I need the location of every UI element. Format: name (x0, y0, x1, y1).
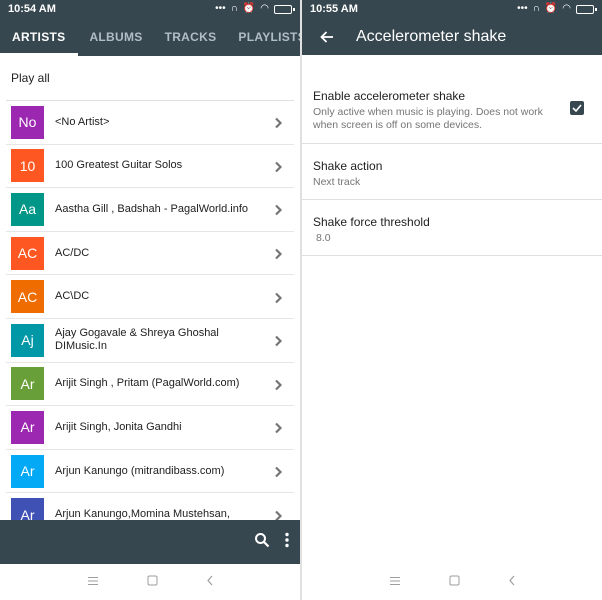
back-arrow-icon[interactable] (302, 30, 352, 43)
wifi-icon: ◠ (260, 3, 269, 14)
artist-name: Ajay Gogavale & Shreya Ghoshal DIMusic.I… (55, 327, 219, 353)
pref-title: Shake force threshold (313, 215, 430, 229)
artist-name: Arijit Singh, Jonita Gandhi (55, 420, 182, 433)
artist-avatar: 10 (11, 149, 44, 183)
pref-shake-threshold[interactable]: Shake force threshold 8.0 (302, 200, 602, 256)
status-bar: 10:55 AM ••• ∩ ⏰ ◠ (302, 0, 602, 18)
pref-summary: Only active when music is playing. Does … (313, 106, 543, 131)
app-bar: Accelerometer shake (302, 18, 602, 55)
headphones-icon: ∩ (230, 3, 238, 14)
artist-name: AC/DC (55, 246, 90, 259)
artists-screen: 10:54 AM ••• ∩ ⏰ ◠ ARTISTS ALBUMS TRACKS PL… (0, 0, 300, 600)
artist-name: Aastha Gill , Badshah - PagalWorld.info (55, 202, 249, 215)
more-vert-icon[interactable] (284, 532, 290, 553)
pref-shake-action[interactable]: Shake action Next track (302, 144, 602, 200)
artist-name: <No Artist> (55, 115, 110, 128)
chevron-right-icon[interactable] (272, 465, 284, 478)
status-icons: ••• ∩ ⏰ ◠ (215, 3, 295, 14)
artist-row[interactable]: AC AC\DC (6, 275, 294, 319)
enable-shake-checkbox[interactable] (570, 101, 584, 115)
status-icons: ••• ∩ ⏰ ◠ (517, 3, 597, 14)
system-nav-bar (302, 564, 602, 600)
wifi-icon: ◠ (562, 3, 571, 14)
chevron-right-icon[interactable] (272, 116, 284, 129)
artist-row[interactable]: Ar Arjun Kanungo (mitrandibass.com) (6, 450, 294, 494)
chevron-right-icon[interactable] (272, 247, 284, 260)
chevron-right-icon[interactable] (272, 203, 284, 216)
artist-avatar: Ar (11, 410, 44, 444)
system-nav-bar (0, 564, 300, 600)
artist-name: Arjun Kanungo (mitrandibass.com) (55, 464, 225, 477)
artist-row[interactable]: 10 100 Greatest Guitar Solos (6, 145, 294, 189)
more-notifications-icon: ••• (517, 3, 528, 14)
play-all-button[interactable]: Play all (0, 56, 300, 100)
artist-avatar: Aj (11, 323, 44, 357)
artist-avatar: Ar (11, 367, 44, 401)
tab-bar: ARTISTSALBUMSTRACKSPLAYLISTSGE (0, 18, 300, 56)
battery-icon (274, 4, 295, 14)
artist-row[interactable]: Ar Arijit Singh , Pritam (PagalWorld.com) (6, 363, 294, 407)
chevron-right-icon[interactable] (272, 378, 284, 391)
status-time: 10:55 AM (310, 3, 358, 15)
headphones-icon: ∩ (532, 3, 540, 14)
chevron-right-icon[interactable] (272, 334, 284, 347)
artist-row[interactable]: Aa Aastha Gill , Badshah - PagalWorld.inf… (6, 188, 294, 232)
pref-enable-shake[interactable]: Enable accelerometer shake Only active w… (302, 55, 602, 144)
artist-name: 100 Greatest Guitar Solos (55, 159, 183, 172)
chevron-right-icon[interactable] (272, 421, 284, 434)
chevron-right-icon[interactable] (272, 291, 284, 303)
bottom-toolbar (0, 520, 300, 564)
status-time: 10:54 AM (8, 3, 56, 15)
home-nav-icon[interactable] (449, 573, 460, 591)
page-title: Accelerometer shake (356, 27, 507, 45)
tab-albums[interactable]: ALBUMS (78, 18, 153, 56)
pref-summary: Next track (313, 176, 361, 188)
alarm-icon: ⏰ (544, 3, 558, 14)
chevron-right-icon[interactable] (272, 509, 284, 521)
artist-avatar: AC (11, 280, 44, 314)
artist-row[interactable]: Ar Arijit Singh, Jonita Gandhi (6, 406, 294, 450)
pref-title: Shake action (313, 159, 383, 173)
back-nav-icon[interactable] (206, 573, 214, 591)
tab-artists[interactable]: ARTISTS (0, 18, 79, 56)
settings-screen: 10:55 AM ••• ∩ ⏰ ◠ Accelerometer shake E… (302, 0, 602, 600)
battery-icon (576, 4, 597, 14)
artist-avatar: AC (11, 236, 44, 270)
artist-avatar: No (11, 105, 44, 139)
alarm-icon: ⏰ (242, 3, 256, 14)
artist-row[interactable]: No <No Artist> (6, 101, 294, 145)
more-notifications-icon: ••• (215, 3, 226, 14)
chevron-right-icon[interactable] (272, 160, 284, 173)
back-nav-icon[interactable] (508, 573, 516, 591)
artist-row[interactable]: AC AC/DC (6, 232, 294, 276)
artist-name: AC\DC (55, 290, 90, 303)
pref-title: Enable accelerometer shake (313, 89, 466, 103)
artist-row[interactable]: Aj Ajay Gogavale & Shreya Ghoshal DIMusic… (6, 319, 294, 363)
artist-avatar: Ar (11, 454, 44, 488)
search-icon[interactable] (254, 532, 270, 553)
tab-playlists[interactable]: PLAYLISTS (227, 18, 300, 56)
artist-avatar: Aa (11, 192, 44, 226)
artist-name: Arijit Singh , Pritam (PagalWorld.com) (55, 377, 240, 390)
pref-summary: 8.0 (316, 232, 331, 244)
home-nav-icon[interactable] (147, 573, 158, 591)
menu-nav-icon[interactable] (87, 573, 99, 591)
artist-list: No <No Artist> 10 100 Greatest Guitar Solos… (6, 100, 294, 537)
tab-tracks[interactable]: TRACKS (154, 18, 228, 56)
status-bar: 10:54 AM ••• ∩ ⏰ ◠ (0, 0, 300, 18)
menu-nav-icon[interactable] (389, 573, 401, 591)
